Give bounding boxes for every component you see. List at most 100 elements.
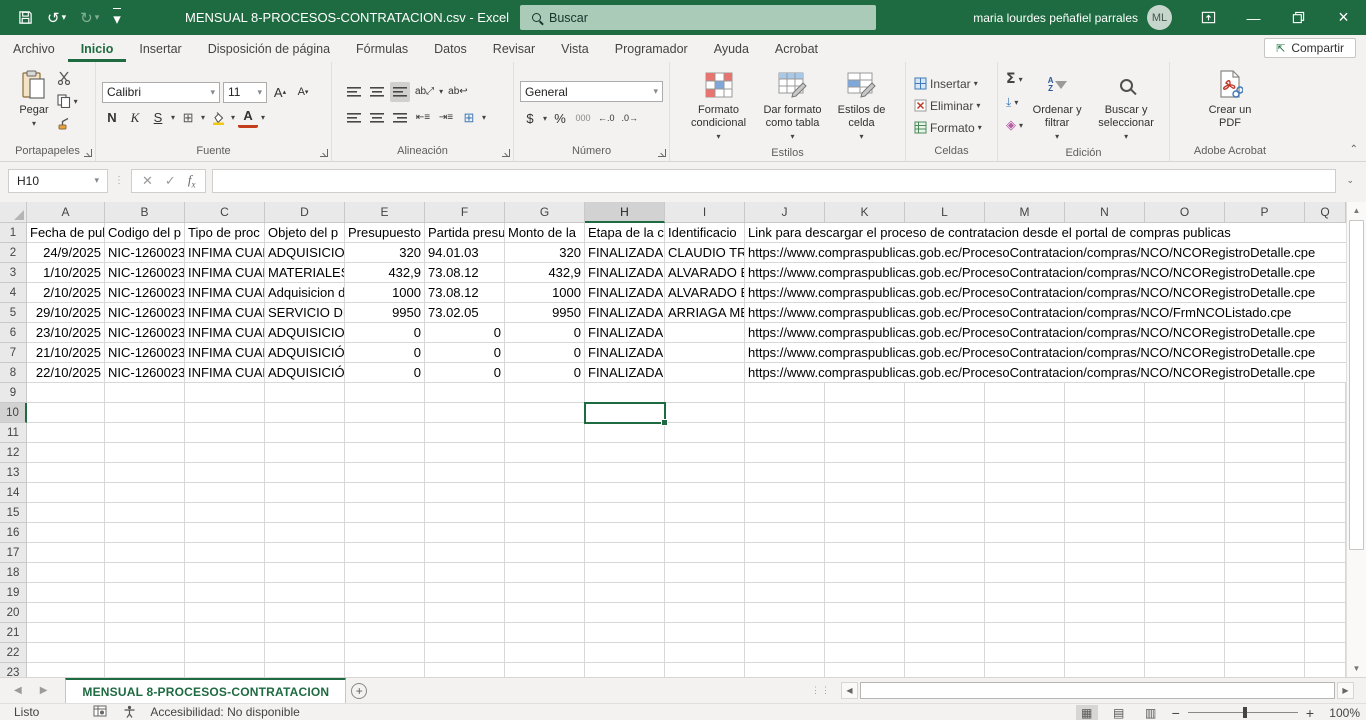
cell-H7[interactable]: FINALIZADA (585, 343, 665, 363)
cell-C20[interactable] (185, 603, 265, 623)
cell-G3[interactable]: 432,9 (505, 263, 585, 283)
cell-G18[interactable] (505, 563, 585, 583)
merge-dropdown-icon[interactable]: ▾ (482, 113, 486, 122)
cell-P10[interactable] (1225, 403, 1305, 423)
alignment-dialog-launcher-icon[interactable] (502, 149, 510, 157)
cell-G8[interactable]: 0 (505, 363, 585, 383)
cell-Q12[interactable] (1305, 443, 1346, 463)
increase-font-icon[interactable]: A▴ (270, 82, 290, 102)
row-header-5[interactable]: 5 (0, 303, 27, 323)
font-name-combo[interactable]: Calibri▾ (102, 82, 220, 103)
cell-P23[interactable] (1225, 663, 1305, 677)
cell-H12[interactable] (585, 443, 665, 463)
cell-F11[interactable] (425, 423, 505, 443)
cell-O18[interactable] (1145, 563, 1225, 583)
cell-D13[interactable] (265, 463, 345, 483)
cell-M15[interactable] (985, 503, 1065, 523)
cell-O11[interactable] (1145, 423, 1225, 443)
cell-I18[interactable] (665, 563, 745, 583)
cell-O17[interactable] (1145, 543, 1225, 563)
cell-C19[interactable] (185, 583, 265, 603)
cell-M23[interactable] (985, 663, 1065, 677)
align-middle-icon[interactable] (367, 82, 387, 102)
cell-A3[interactable]: 1/10/2025 (27, 263, 105, 283)
normal-view-icon[interactable]: ▦ (1076, 705, 1098, 720)
cell-F7[interactable]: 0 (425, 343, 505, 363)
cell-K15[interactable] (825, 503, 905, 523)
cell-E6[interactable]: 0 (345, 323, 425, 343)
cell-H11[interactable] (585, 423, 665, 443)
cell-J21[interactable] (745, 623, 825, 643)
bold-button[interactable]: N (102, 108, 122, 128)
cell-H23[interactable] (585, 663, 665, 677)
cell-B22[interactable] (105, 643, 185, 663)
column-header-Q[interactable]: Q (1305, 202, 1346, 223)
italic-button[interactable]: K (125, 108, 145, 128)
sort-filter-button[interactable]: AZ Ordenar y filtrar▾ (1027, 66, 1087, 145)
cell-O21[interactable] (1145, 623, 1225, 643)
create-pdf-button[interactable]: Crear un PDF (1199, 66, 1261, 132)
cell-C16[interactable] (185, 523, 265, 543)
cell-A16[interactable] (27, 523, 105, 543)
cell-B1[interactable]: Codigo del p (105, 223, 185, 243)
cell-B10[interactable] (105, 403, 185, 423)
cell-N12[interactable] (1065, 443, 1145, 463)
cell-M9[interactable] (985, 383, 1065, 403)
cell-N18[interactable] (1065, 563, 1145, 583)
font-dialog-launcher-icon[interactable] (320, 149, 328, 157)
cell-H14[interactable] (585, 483, 665, 503)
cell-F3[interactable]: 73.08.12 (425, 263, 505, 283)
cell-H8[interactable]: FINALIZADA (585, 363, 665, 383)
cell-P20[interactable] (1225, 603, 1305, 623)
cell-A12[interactable] (27, 443, 105, 463)
cell-Q9[interactable] (1305, 383, 1346, 403)
autosum-icon[interactable]: Σ▾ (1004, 69, 1025, 89)
user-name[interactable]: maria lourdes peñafiel parrales (973, 11, 1138, 25)
cell-B9[interactable] (105, 383, 185, 403)
cell-E19[interactable] (345, 583, 425, 603)
cell-E1[interactable]: Presupuesto (345, 223, 425, 243)
row-header-11[interactable]: 11 (0, 423, 27, 443)
cell-F15[interactable] (425, 503, 505, 523)
cell-G22[interactable] (505, 643, 585, 663)
cell-E2[interactable]: 320 (345, 243, 425, 263)
cell-P9[interactable] (1225, 383, 1305, 403)
cell-K22[interactable] (825, 643, 905, 663)
cell-A8[interactable]: 22/10/2025 (27, 363, 105, 383)
row-header-10[interactable]: 10 (0, 403, 27, 423)
cell-I2[interactable]: CLAUDIO TRU (665, 243, 745, 263)
zoom-slider[interactable]: − + (1172, 708, 1314, 718)
cell-H21[interactable] (585, 623, 665, 643)
cell-F18[interactable] (425, 563, 505, 583)
cell-B16[interactable] (105, 523, 185, 543)
cell-B11[interactable] (105, 423, 185, 443)
decrease-font-icon[interactable]: A▾ (293, 82, 313, 102)
column-header-N[interactable]: N (1065, 202, 1145, 223)
cell-H13[interactable] (585, 463, 665, 483)
cell-F22[interactable] (425, 643, 505, 663)
cell-C7[interactable]: INFIMA CUANTIA (185, 343, 265, 363)
row-header-13[interactable]: 13 (0, 463, 27, 483)
cell-E22[interactable] (345, 643, 425, 663)
align-right-icon[interactable] (390, 108, 410, 128)
cell-A19[interactable] (27, 583, 105, 603)
percent-icon[interactable]: % (550, 108, 570, 128)
cell-I21[interactable] (665, 623, 745, 643)
cell-D10[interactable] (265, 403, 345, 423)
decrease-indent-icon[interactable]: ⇤≡ (413, 108, 433, 128)
cell-G16[interactable] (505, 523, 585, 543)
cell-J12[interactable] (745, 443, 825, 463)
name-box[interactable]: H10▾ (8, 169, 108, 193)
cell-P12[interactable] (1225, 443, 1305, 463)
cell-C1[interactable]: Tipo de proc (185, 223, 265, 243)
ribbon-tab-inicio[interactable]: Inicio (68, 38, 127, 62)
cell-G5[interactable]: 9950 (505, 303, 585, 323)
cell-K18[interactable] (825, 563, 905, 583)
cell-I20[interactable] (665, 603, 745, 623)
cell-D23[interactable] (265, 663, 345, 677)
next-sheet-icon[interactable]: ▶ (40, 685, 48, 696)
cell-I6[interactable] (665, 323, 745, 343)
cell-O16[interactable] (1145, 523, 1225, 543)
cell-O12[interactable] (1145, 443, 1225, 463)
cell-N22[interactable] (1065, 643, 1145, 663)
